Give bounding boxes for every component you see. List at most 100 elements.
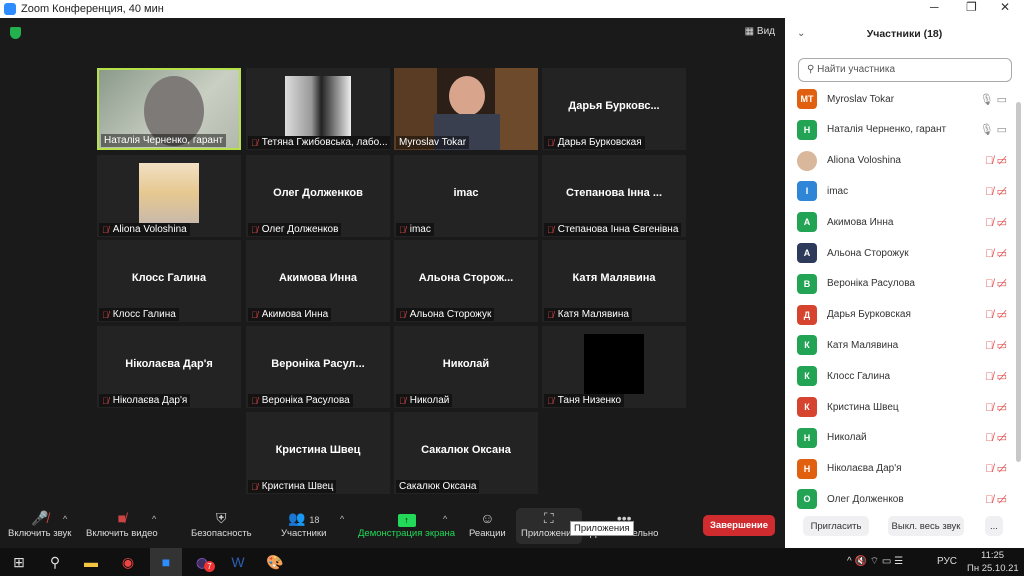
participant-name-label: 🎙̸ Дарья Бурковская [544,136,645,149]
participant-name: Николай [827,432,867,444]
close-button[interactable]: ✕ [1000,0,1010,14]
participant-name-label: 🎙̸ Клосс Галина [99,308,179,321]
avatar: Д [797,304,817,325]
mic-muted-video-off-icons[interactable]: 🎙̸ ▭̸ [985,431,1007,444]
search-icon[interactable]: ⚲ [44,552,66,572]
mic-muted-video-off-icons[interactable]: 🎙̸ ▭̸ [985,185,1007,198]
participants-label: Участники [281,528,327,539]
video-tile[interactable]: Степанова Інна ... 🎙̸ Степанова Інна Євген… [542,155,686,237]
mic-muted-video-off-icons[interactable]: 🎙̸ ▭̸ [985,154,1007,167]
window-title: Zoom Конференция, 40 мин [21,3,164,15]
participants-button[interactable]: 👥 18 Участники [281,510,326,539]
participant-list-item[interactable]: MT Myroslav Tokar 🎙 ▭ [797,88,1007,110]
mic-muted-icon: 🎙̸ [102,224,109,235]
participant-name-label: 🎙̸ Николай [396,394,453,407]
mic-muted-icon: 🎙̸ [547,395,554,406]
tray-icons[interactable]: ^ 🔇 ⌔ ▭ ☰ [847,555,903,568]
participant-list-item[interactable]: В Вероніка Расулова 🎙̸ ▭̸ [797,273,1007,295]
view-button[interactable]: ▦ Вид [745,26,775,37]
participant-list-item[interactable]: Aliona Voloshina 🎙̸ ▭̸ [797,150,1007,172]
word-icon[interactable]: W [227,552,249,572]
people-icon: 👥 18 [288,510,320,526]
video-tile[interactable]: Николай 🎙̸ Николай [394,326,538,408]
video-tile[interactable]: Дарья Бурковс... 🎙̸ Дарья Бурковская [542,68,686,150]
participant-list-item[interactable]: Н Николай 🎙̸ ▭̸ [797,427,1007,449]
mute-all-button[interactable]: Выкл. весь звук [888,516,964,536]
participant-list-item[interactable]: Д Дарья Бурковская 🎙̸ ▭̸ [797,304,1007,326]
mic-video-icons[interactable]: 🎙 ▭ [980,93,1007,106]
participant-list-item[interactable]: Н Ніколаєва Дар'я 🎙̸ ▭̸ [797,458,1007,480]
mic-muted-icon: 🎙̸ [102,309,109,320]
file-explorer-icon[interactable]: ▬ [80,552,102,572]
video-tile[interactable]: 🎙̸ Тетяна Гжибовська, лабо... [246,68,390,150]
avatar [797,150,817,171]
chrome-icon[interactable]: ◉ [117,552,139,572]
mic-muted-video-off-icons[interactable]: 🎙̸ ▭̸ [985,216,1007,229]
video-tile[interactable]: 🎙̸ Таня Низенко [542,326,686,408]
video-tile[interactable]: Кристина Швец 🎙̸ Кристина Швец [246,412,390,494]
clock-time[interactable]: 11:25 [981,550,1004,561]
invite-button[interactable]: Пригласить [803,516,869,536]
video-tile[interactable]: imac 🎙̸ imac [394,155,538,237]
participant-name: Клосс Галина [827,370,891,382]
mic-muted-video-off-icons[interactable]: 🎙̸ ▭̸ [985,247,1007,260]
participant-name: Тетяна Гжибовська, лабо... [261,137,388,148]
video-tile[interactable]: Ніколаєва Дар'я 🎙̸ Ніколаєва Дар'я [97,326,241,408]
mic-muted-video-off-icons[interactable]: 🎙̸ ▭̸ [985,308,1007,321]
reactions-button[interactable]: ☺ Реакции [469,510,506,539]
audio-options-caret[interactable]: ^ [63,514,67,524]
participant-list-item[interactable]: Н Наталія Черненко, гарант 🎙 ▭ [797,119,1007,141]
unmute-label: Включить звук [8,528,72,539]
share-caret[interactable]: ^ [443,514,447,524]
grid-icon: ▦ [744,26,757,37]
video-tile[interactable]: Вероніка Расул... 🎙̸ Вероніка Расулова [246,326,390,408]
maximize-button[interactable]: ❐ [966,0,977,14]
video-tile[interactable]: Наталія Черненко, гарант [97,68,241,150]
security-button[interactable]: ⛨ Безопасность [191,510,252,539]
mic-muted-video-off-icons[interactable]: 🎙̸ ▭̸ [985,493,1007,506]
start-video-button[interactable]: ■̸ Включить видео [86,510,158,539]
participant-name: Ніколаєва Дар'я [827,463,902,475]
mic-muted-video-off-icons[interactable]: 🎙̸ ▭̸ [985,339,1007,352]
viber-icon[interactable]: ◍ 7 [191,552,215,572]
participant-list-item[interactable]: А Альона Сторожук 🎙̸ ▭̸ [797,242,1007,264]
video-tile[interactable]: Myroslav Tokar [394,68,538,150]
video-options-caret[interactable]: ^ [152,514,156,524]
video-tile[interactable]: Катя Малявина 🎙̸ Катя Малявина [542,240,686,322]
zoom-taskbar-icon[interactable]: ■ [150,548,182,576]
language-indicator[interactable]: РУС [937,556,957,567]
participant-list-item[interactable]: К Катя Малявина 🎙̸ ▭̸ [797,334,1007,356]
participant-display-name: imac [453,187,479,199]
mic-muted-video-off-icons[interactable]: 🎙̸ ▭̸ [985,401,1007,414]
mic-muted-video-off-icons[interactable]: 🎙̸ ▭̸ [985,277,1007,290]
participant-list-item[interactable]: К Кристина Швец 🎙̸ ▭̸ [797,396,1007,418]
participant-list-item[interactable]: Iimac 🎙̸ ▭̸ [797,180,1007,202]
participant-list-scrollbar[interactable] [1016,102,1021,462]
video-tile[interactable]: Альона Сторож... 🎙̸ Альона Сторожук [394,240,538,322]
paint-icon[interactable]: 🎨 [264,552,286,572]
end-meeting-button[interactable]: Завершение [703,515,775,536]
share-screen-button[interactable]: ↑ Демонстрация экрана [358,510,455,539]
video-tile[interactable]: Сакалюк Оксана Сакалюк Оксана [394,412,538,494]
participant-list-item[interactable]: О Олег Долженков 🎙̸ ▭̸ [797,488,1007,510]
clock-date[interactable]: Пн 25.10.21 [967,563,1019,574]
participant-name: Акимова Инна [827,216,894,228]
video-tile[interactable]: Клосс Галина 🎙̸ Клосс Галина [97,240,241,322]
minimize-button[interactable]: ─ [930,0,939,14]
encryption-shield-icon[interactable] [10,27,21,39]
unmute-button[interactable]: 🎤̸ Включить звук [8,510,71,539]
apps-label: Приложения [521,528,577,539]
participant-name: Дарья Бурковская [827,309,911,321]
windows-start-icon[interactable]: ⊞ [8,552,30,572]
participant-list-item[interactable]: К Клосс Галина 🎙̸ ▭̸ [797,365,1007,387]
mic-video-icons[interactable]: 🎙 ▭ [980,123,1007,136]
mic-muted-video-off-icons[interactable]: 🎙̸ ▭̸ [985,462,1007,475]
participants-caret[interactable]: ^ [340,514,344,524]
panel-more-button[interactable]: ... [985,516,1003,536]
video-tile[interactable]: Олег Долженков 🎙̸ Олег Долженков [246,155,390,237]
video-tile[interactable]: 🎙̸ Aliona Voloshina [97,155,241,237]
mic-muted-video-off-icons[interactable]: 🎙̸ ▭̸ [985,370,1007,383]
participant-search-input[interactable]: ⚲ Найти участника [798,58,1012,82]
video-tile[interactable]: Акимова Инна 🎙̸ Акимова Инна [246,240,390,322]
participant-list-item[interactable]: А Акимова Инна 🎙̸ ▭̸ [797,211,1007,233]
